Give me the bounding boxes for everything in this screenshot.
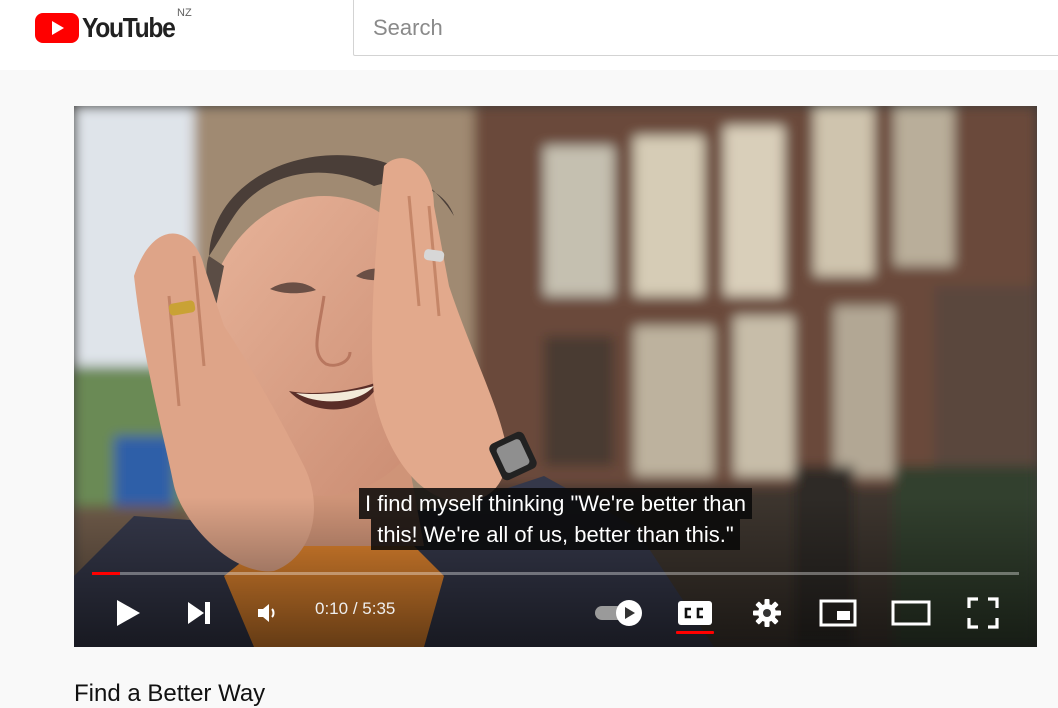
time-current: 0:10 — [315, 599, 349, 618]
mute-button[interactable] — [252, 600, 282, 626]
play-button[interactable] — [112, 598, 144, 628]
search-box[interactable] — [353, 0, 1058, 56]
volume-icon — [258, 604, 275, 622]
settings-button[interactable] — [750, 597, 784, 629]
time-display: 0:10 / 5:35 — [315, 599, 395, 619]
search-input[interactable] — [354, 0, 1058, 55]
fullscreen-icon — [967, 597, 999, 629]
autoplay-toggle[interactable] — [592, 598, 648, 628]
autoplay-toggle-icon — [595, 600, 642, 626]
logo-wordmark: YouTube — [82, 12, 176, 43]
youtube-play-logo-icon — [35, 13, 79, 43]
caption-line-2: this! We're all of us, better than this.… — [371, 519, 740, 550]
miniplayer-icon — [819, 599, 857, 627]
caption-window: I find myself thinking "We're better tha… — [74, 488, 1037, 550]
gear-icon — [753, 599, 781, 627]
subtitles-button[interactable] — [675, 598, 715, 628]
youtube-logo[interactable]: YouTube — [35, 12, 187, 44]
next-button[interactable] — [184, 599, 214, 627]
fullscreen-button[interactable] — [966, 596, 1000, 630]
video-player[interactable]: I find myself thinking "We're better tha… — [74, 106, 1037, 647]
caption-line-1: I find myself thinking "We're better tha… — [359, 488, 752, 519]
next-icon — [188, 602, 210, 624]
progress-played — [92, 572, 120, 575]
region-code: NZ — [177, 7, 192, 19]
video-title: Find a Better Way — [74, 680, 266, 707]
play-icon — [117, 600, 140, 626]
theater-mode-button[interactable] — [890, 598, 932, 628]
masthead: YouTube NZ — [0, 0, 1058, 70]
time-separator: / — [348, 599, 363, 618]
theater-icon — [891, 600, 931, 626]
progress-bar[interactable] — [92, 572, 1019, 575]
miniplayer-button[interactable] — [818, 598, 858, 628]
cc-icon — [678, 601, 712, 625]
subtitles-active-indicator — [676, 631, 714, 634]
time-duration: 5:35 — [362, 599, 396, 618]
